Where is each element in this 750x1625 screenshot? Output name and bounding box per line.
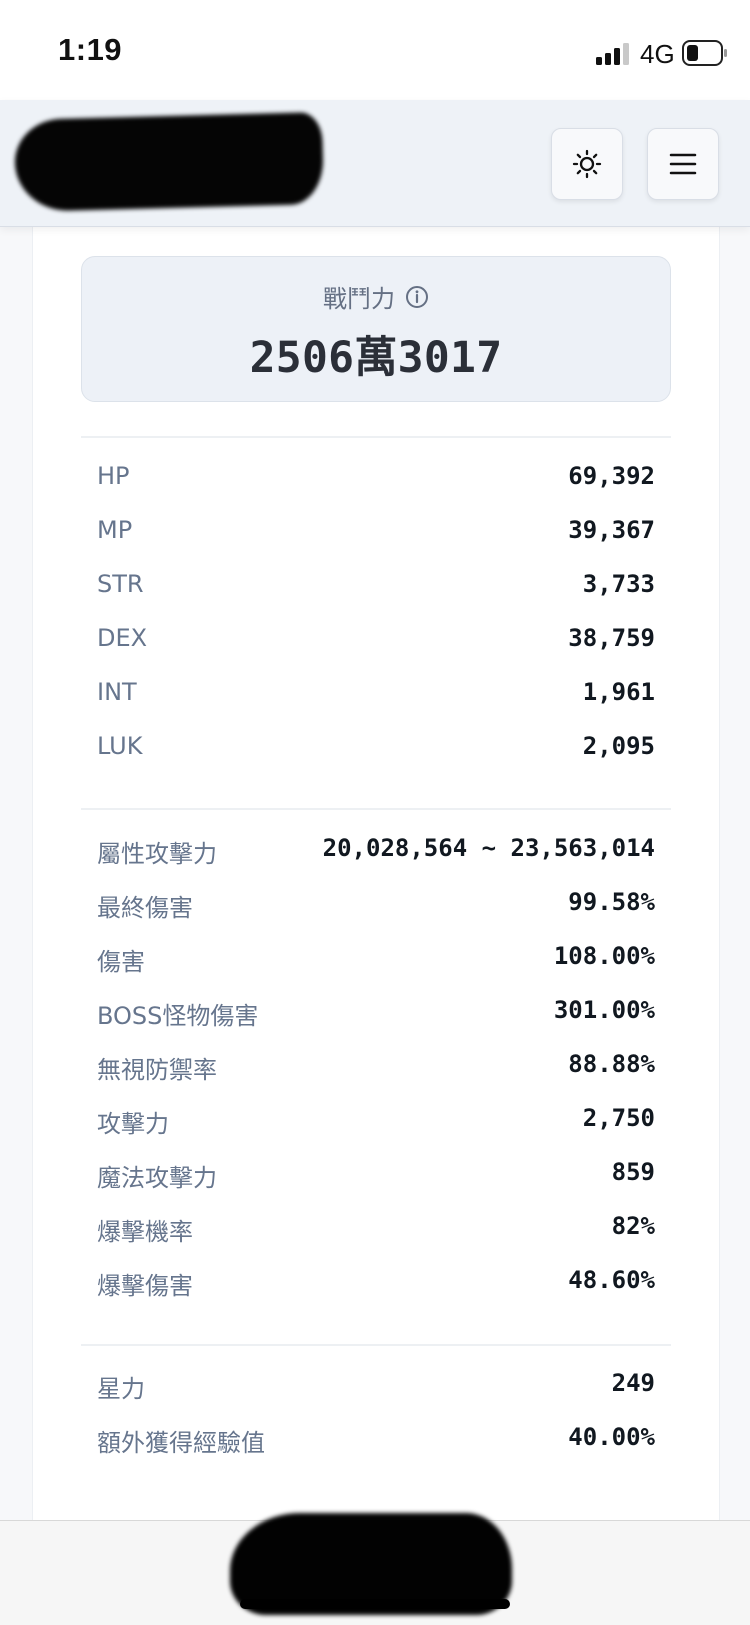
combat-power-box: 戰鬥力 2506萬3017 <box>81 256 671 402</box>
stat-label: 傷害 <box>97 948 145 976</box>
theme-toggle-button[interactable] <box>551 128 623 200</box>
stat-value: 88.88% <box>568 1050 655 1078</box>
menu-button[interactable] <box>647 128 719 200</box>
stat-value: 99.58% <box>568 888 655 916</box>
stat-value: 40.00% <box>568 1423 655 1451</box>
stat-value: 2,750 <box>582 1104 655 1132</box>
section-divider <box>81 1344 671 1346</box>
character-stats-card: 戰鬥力 2506萬3017 HP 69,392 MP 39,367 STR 3,733… <box>32 226 720 1526</box>
stat-row-star-force: 星力 249 <box>97 1369 655 1409</box>
stat-row-extra-exp: 額外獲得經驗值 40.00% <box>97 1423 655 1463</box>
redacted-logo <box>13 111 325 213</box>
home-indicator[interactable] <box>240 1599 510 1609</box>
stat-row-hp: HP 69,392 <box>97 462 655 502</box>
stat-label: STR <box>97 570 144 598</box>
section-divider <box>81 808 671 810</box>
stat-value: 108.00% <box>553 942 655 970</box>
sun-icon <box>572 149 602 179</box>
stat-label: MP <box>97 516 133 544</box>
stat-label: 屬性攻擊力 <box>97 840 217 868</box>
stat-row-final-damage: 最終傷害 99.58% <box>97 888 655 928</box>
stat-row-dex: DEX 38,759 <box>97 624 655 664</box>
stat-label: HP <box>97 462 130 490</box>
stat-label: BOSS怪物傷害 <box>97 1002 259 1030</box>
stat-value: 249 <box>611 1369 655 1397</box>
stat-label: 無視防禦率 <box>97 1056 217 1084</box>
stat-value: 38,759 <box>568 624 655 652</box>
stat-row-damage: 傷害 108.00% <box>97 942 655 982</box>
stat-label: 最終傷害 <box>97 894 193 922</box>
stat-value: 301.00% <box>553 996 655 1024</box>
stat-value: 2,095 <box>582 732 655 760</box>
stat-row-int: INT 1,961 <box>97 678 655 718</box>
stat-row-attribute-attack: 屬性攻擊力 20,028,564 ~ 23,563,014 <box>97 834 655 874</box>
stat-value: 48.60% <box>568 1266 655 1294</box>
status-bar: 1:19 4G <box>0 0 750 100</box>
hamburger-menu-icon <box>669 153 697 175</box>
stat-row-mp: MP 39,367 <box>97 516 655 556</box>
stat-value: 1,961 <box>582 678 655 706</box>
stat-value: 82% <box>611 1212 655 1240</box>
stat-value: 3,733 <box>582 570 655 598</box>
stat-label: 爆擊機率 <box>97 1218 193 1246</box>
stat-row-boss-damage: BOSS怪物傷害 301.00% <box>97 996 655 1036</box>
stat-row-critical-damage: 爆擊傷害 48.60% <box>97 1266 655 1306</box>
stat-label: INT <box>97 678 137 706</box>
browser-bottom-bar <box>0 1513 750 1625</box>
stat-value: 859 <box>611 1158 655 1186</box>
stat-label: 攻擊力 <box>97 1110 169 1138</box>
info-circle-icon[interactable] <box>405 285 429 309</box>
combat-power-value: 2506萬3017 <box>249 333 503 383</box>
stat-label: 額外獲得經驗值 <box>97 1429 265 1457</box>
stat-row-str: STR 3,733 <box>97 570 655 610</box>
stat-label: 爆擊傷害 <box>97 1272 193 1300</box>
combat-power-label: 戰鬥力 <box>323 285 395 313</box>
stat-label: 魔法攻擊力 <box>97 1164 217 1192</box>
stat-label: LUK <box>97 732 143 760</box>
network-type-label: 4G <box>640 39 675 69</box>
stat-label: 星力 <box>97 1375 145 1403</box>
stat-value: 20,028,564 ~ 23,563,014 <box>322 834 655 862</box>
combat-power-label-row: 戰鬥力 <box>82 279 670 314</box>
app-header <box>0 100 750 227</box>
stat-row-ignore-defense: 無視防禦率 88.88% <box>97 1050 655 1090</box>
battery-icon <box>682 40 727 66</box>
cellular-signal-icon <box>596 43 629 65</box>
stat-row-luk: LUK 2,095 <box>97 732 655 772</box>
stat-row-attack-power: 攻擊力 2,750 <box>97 1104 655 1144</box>
stat-value: 69,392 <box>568 462 655 490</box>
stat-row-critical-rate: 爆擊機率 82% <box>97 1212 655 1252</box>
stat-value: 39,367 <box>568 516 655 544</box>
stat-label: DEX <box>97 624 148 652</box>
stat-row-magic-attack: 魔法攻擊力 859 <box>97 1158 655 1198</box>
status-time: 1:19 <box>58 32 123 67</box>
section-divider <box>81 436 671 438</box>
